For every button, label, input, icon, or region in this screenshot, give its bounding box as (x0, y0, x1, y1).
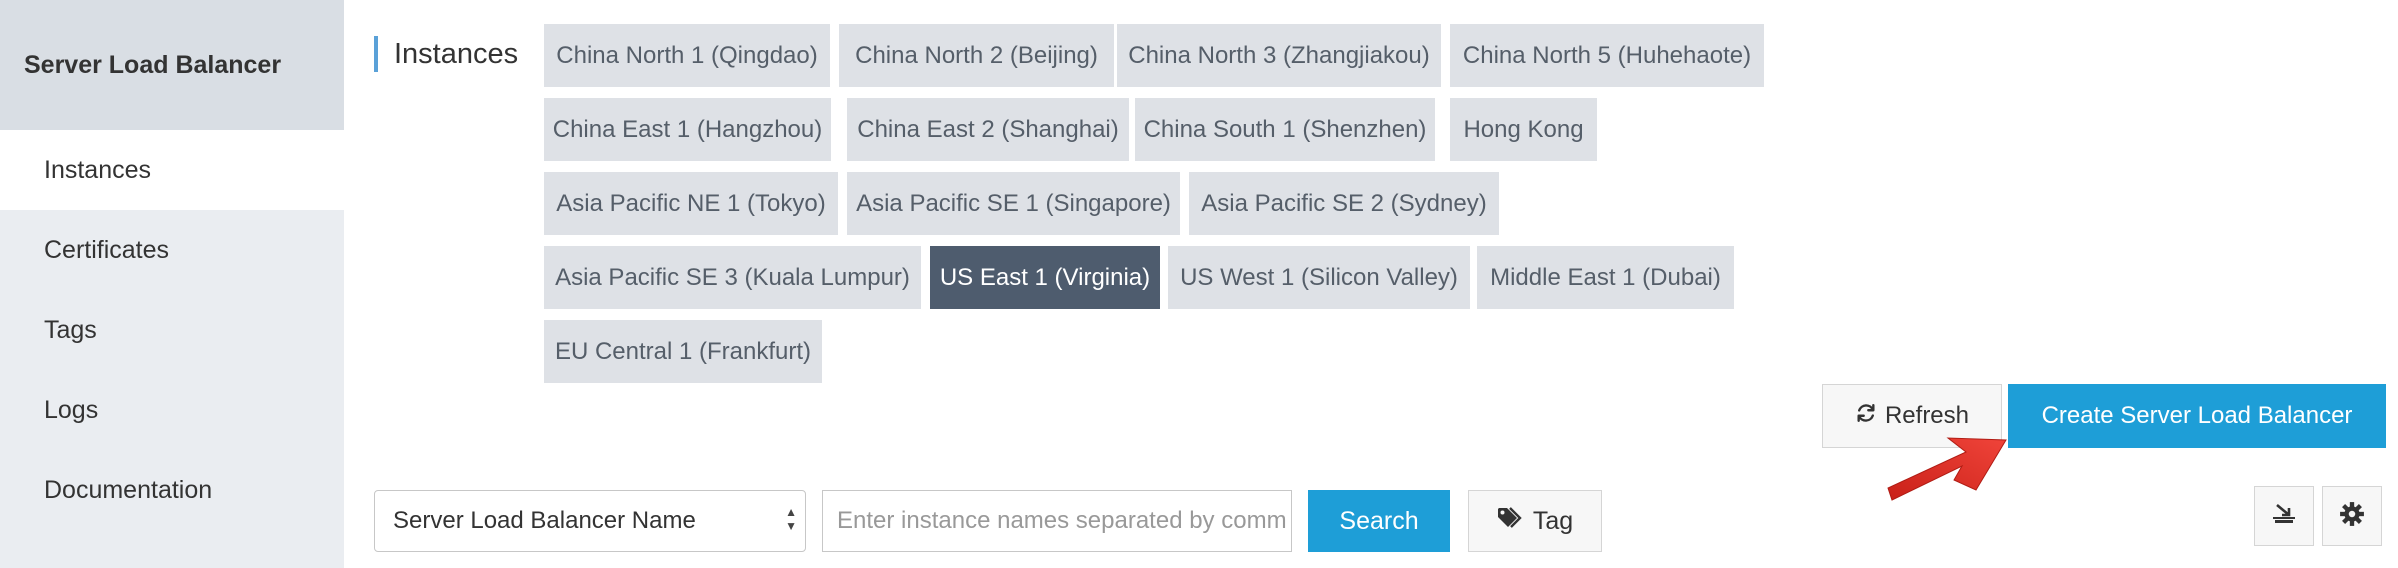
sidebar: Server Load Balancer Instances Certifica… (0, 0, 344, 568)
export-button[interactable] (2254, 486, 2314, 546)
refresh-icon (1855, 402, 1877, 431)
region-tab[interactable]: China North 1 (Qingdao) (544, 24, 830, 87)
search-input[interactable] (822, 490, 1292, 552)
region-tab[interactable]: Asia Pacific SE 1 (Singapore) (847, 172, 1180, 235)
sidebar-item-logs[interactable]: Logs (0, 370, 344, 450)
region-tab[interactable]: China South 1 (Shenzhen) (1135, 98, 1435, 161)
app-root: Server Load Balancer Instances Certifica… (0, 0, 2398, 568)
sidebar-item-instances[interactable]: Instances (0, 130, 344, 210)
settings-button[interactable] (2322, 486, 2382, 546)
refresh-label: Refresh (1884, 402, 1970, 429)
annotation-arrow-icon (1887, 437, 2007, 501)
region-tab[interactable]: Asia Pacific NE 1 (Tokyo) (544, 172, 838, 235)
tag-button[interactable]: Tag (1468, 490, 1602, 552)
region-tab[interactable]: EU Central 1 (Frankfurt) (544, 320, 822, 383)
region-tab-selected[interactable]: US East 1 (Virginia) (930, 246, 1160, 309)
region-tab[interactable]: Hong Kong (1450, 98, 1597, 161)
gear-icon (2339, 501, 2365, 532)
region-tab[interactable]: China North 2 (Beijing) (839, 24, 1114, 87)
region-tab[interactable]: China North 5 (Huhehaote) (1450, 24, 1764, 87)
region-tab[interactable]: China East 1 (Hangzhou) (544, 98, 831, 161)
region-tab[interactable]: Asia Pacific SE 2 (Sydney) (1189, 172, 1499, 235)
tag-label: Tag (1532, 506, 1574, 535)
search-button[interactable]: Search (1308, 490, 1450, 552)
sidebar-title: Server Load Balancer (0, 0, 344, 130)
select-arrows-icon: ▲ ▼ (785, 505, 797, 533)
region-tab[interactable]: Middle East 1 (Dubai) (1477, 246, 1734, 309)
region-tab[interactable]: China North 3 (Zhangjiakou) (1117, 24, 1441, 87)
region-tab[interactable]: US West 1 (Silicon Valley) (1168, 246, 1470, 309)
create-slb-button[interactable]: Create Server Load Balancer (2008, 384, 2386, 448)
export-icon (2271, 501, 2297, 532)
sidebar-item-tags[interactable]: Tags (0, 290, 344, 370)
region-tab[interactable]: Asia Pacific SE 3 (Kuala Lumpur) (544, 246, 921, 309)
filter-field-select[interactable]: Server Load Balancer Name ▲ ▼ (374, 490, 806, 552)
sidebar-item-certificates[interactable]: Certificates (0, 210, 344, 290)
page-title: Instances (374, 36, 518, 72)
filter-field-value: Server Load Balancer Name (393, 507, 696, 534)
tag-icon (1497, 506, 1527, 537)
region-tab[interactable]: China East 2 (Shanghai) (847, 98, 1129, 161)
sidebar-item-documentation[interactable]: Documentation (0, 450, 344, 530)
